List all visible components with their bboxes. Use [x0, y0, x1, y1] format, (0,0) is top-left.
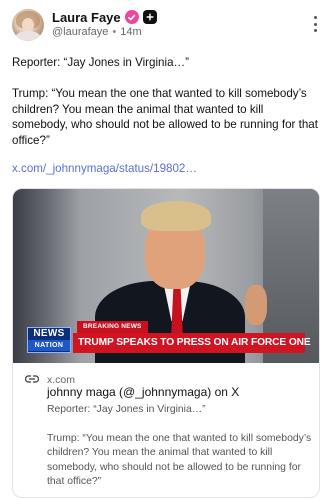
verified-badge-icon	[124, 10, 139, 24]
post-text-paragraph: Trump: “You mean the one that wanted to …	[12, 87, 318, 147]
avatar-shoulders	[15, 31, 41, 41]
handle-row: @laurafaye • 14m	[52, 26, 142, 38]
logo-top-text: NEWS	[33, 328, 65, 339]
news-headline: TRUMP SPEAKS TO PRESS ON AIR FORCE ONE	[73, 333, 311, 353]
author-row: Laura Faye	[52, 9, 157, 25]
avatar-face	[22, 18, 34, 32]
avatar[interactable]	[12, 9, 44, 41]
preview-title[interactable]: johnny maga (@_johnnymaga) on X	[47, 385, 239, 399]
author-name[interactable]: Laura Faye	[52, 10, 121, 25]
news-nation-logo: NEWS NATION	[27, 327, 71, 353]
hair-figure	[141, 201, 211, 231]
link-icon	[24, 371, 40, 389]
preview-description-line: Reporter: “Jay Jones in Virginia…”	[47, 404, 206, 415]
post-text-paragraph: Reporter: “Jay Jones in Virginia…”	[12, 56, 189, 69]
preview-image[interactable]: BREAKING NEWS NEWS NATION TRUMP SPEAKS T…	[13, 189, 319, 363]
preview-description: Reporter: “Jay Jones in Virginia…” Trump…	[47, 403, 313, 490]
hand-figure	[245, 285, 267, 325]
plus-badge-icon	[142, 10, 157, 24]
more-vertical-icon[interactable]	[312, 16, 318, 32]
post-link[interactable]: x.com/_johnnymaga/status/19802…	[12, 162, 197, 175]
post-timestamp[interactable]: 14m	[120, 26, 141, 38]
preview-description-line: Trump: “You mean the one that wanted to …	[47, 432, 312, 488]
link-preview-card[interactable]: BREAKING NEWS NEWS NATION TRUMP SPEAKS T…	[12, 188, 320, 498]
preview-meta: x.com johnny maga (@_johnnymaga) on X Re…	[24, 371, 315, 487]
logo-bottom-text: NATION	[28, 340, 70, 351]
author-handle[interactable]: @laurafaye	[52, 26, 108, 38]
separator-dot: •	[112, 26, 117, 38]
breaking-news-label: BREAKING NEWS	[77, 321, 148, 333]
post: Laura Faye @laurafaye • 14m Reporter: “J…	[0, 0, 332, 500]
news-lower-third: BREAKING NEWS NEWS NATION TRUMP SPEAKS T…	[13, 321, 319, 363]
